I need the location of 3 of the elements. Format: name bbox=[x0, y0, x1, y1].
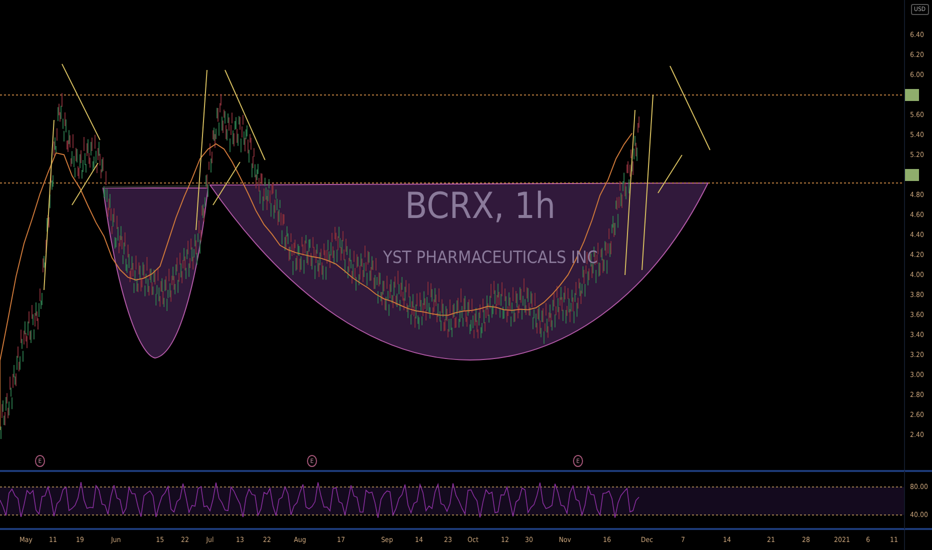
price-marker bbox=[905, 89, 919, 101]
chart-symbol-watermark: BCRX, 1h bbox=[405, 186, 556, 227]
price-marker bbox=[905, 169, 919, 181]
